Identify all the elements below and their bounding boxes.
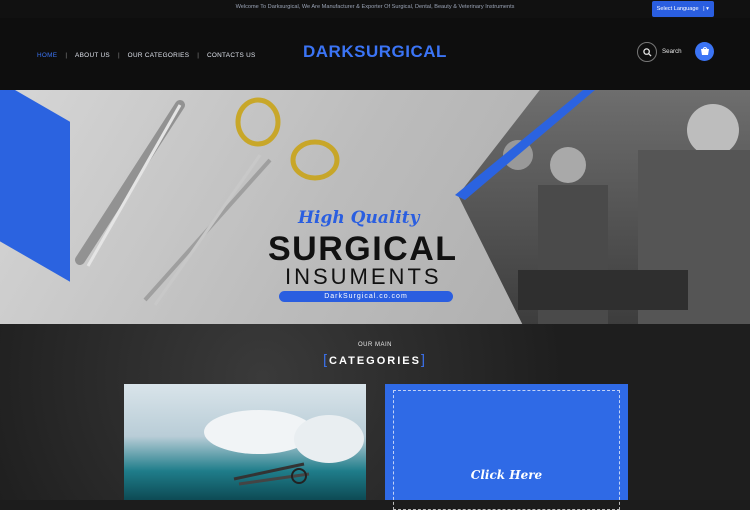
nav-home[interactable]: HOME (37, 52, 57, 59)
cart-icon (700, 47, 709, 55)
search-button[interactable] (637, 42, 657, 62)
chevron-down-icon: | ▾ (703, 6, 709, 12)
categories-section: OUR MAIN [CATEGORIES] Click Here (0, 324, 750, 510)
search-label[interactable]: Search (662, 48, 682, 55)
hero-tagline: High Quality (298, 208, 420, 228)
site-header: HOME | ABOUT US | OUR CATEGORIES | CONTA… (0, 18, 750, 90)
main-nav: HOME | ABOUT US | OUR CATEGORIES | CONTA… (37, 52, 256, 59)
top-announcement-bar: Welcome To Darksurgical, We Are Manufact… (0, 0, 750, 18)
welcome-text: Welcome To Darksurgical, We Are Manufact… (235, 4, 515, 10)
nav-contacts-us[interactable]: CONTACTS US (207, 52, 256, 59)
categories-title: CATEGORIES (329, 355, 421, 367)
categories-eyebrow: OUR MAIN (358, 342, 392, 348)
hero-banner[interactable]: High Quality SURGICAL INSUMENTS DarkSurg… (0, 90, 750, 324)
hero-url-badge: DarkSurgical.co.com (279, 291, 453, 302)
categories-heading: [CATEGORIES] (0, 351, 750, 367)
nav-separator: | (118, 52, 120, 59)
nav-about-us[interactable]: ABOUT US (75, 52, 110, 59)
nav-our-categories[interactable]: OUR CATEGORIES (128, 52, 190, 59)
bracket-right: ] (420, 351, 427, 367)
hero-blue-stripe (455, 90, 595, 200)
search-icon (642, 47, 652, 57)
category-card-cta[interactable]: Click Here (385, 384, 628, 510)
language-select-label: Select Language (656, 6, 699, 12)
hero-subtitle: INSUMENTS (285, 264, 442, 289)
category-card-image[interactable] (124, 384, 366, 500)
click-here-link[interactable]: Click Here (385, 468, 628, 482)
gloved-hands-image (204, 410, 364, 486)
language-select[interactable]: Select Language | ▾ (651, 1, 714, 17)
nav-separator: | (65, 52, 68, 59)
nav-separator: | (197, 52, 199, 59)
cart-button[interactable] (695, 42, 714, 61)
site-logo[interactable]: DARKSURGICAL (303, 42, 447, 62)
card-dashed-border (393, 390, 620, 510)
